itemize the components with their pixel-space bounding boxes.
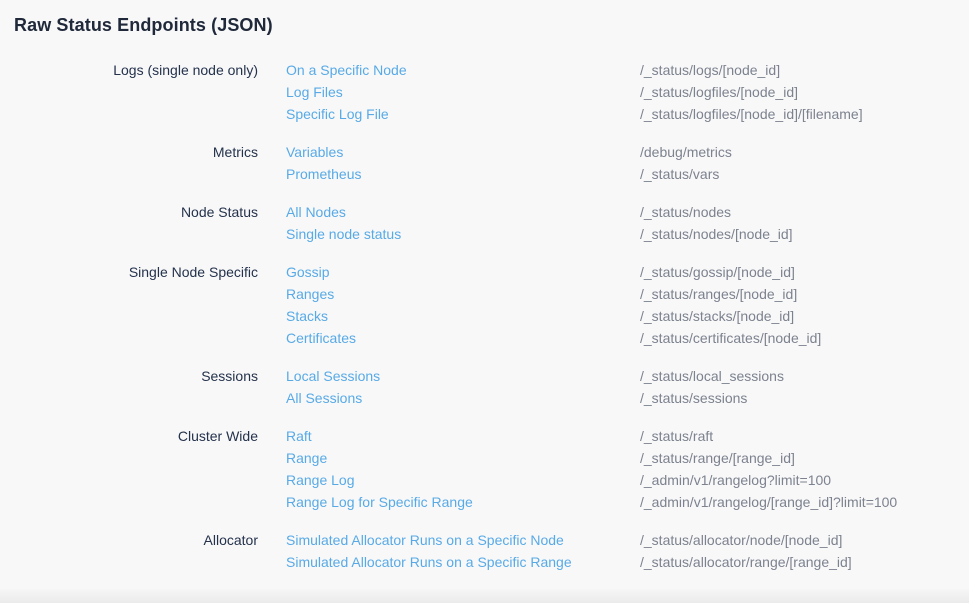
endpoint-path: /_status/local_sessions (640, 365, 969, 387)
endpoint-row: Range/_status/range/[range_id] (258, 447, 969, 469)
endpoint-row: Local Sessions/_status/local_sessions (258, 365, 969, 387)
endpoint-row: Certificates/_status/certificates/[node_… (258, 327, 969, 349)
endpoint-path: /_status/range/[range_id] (640, 447, 969, 469)
endpoint-path: /_status/logfiles/[node_id] (640, 81, 969, 103)
category-label: Node Status (0, 201, 258, 223)
endpoint-rows: Gossip/_status/gossip/[node_id]Ranges/_s… (258, 261, 969, 349)
endpoint-row: Simulated Allocator Runs on a Specific N… (258, 529, 969, 551)
endpoint-rows: Variables/debug/metricsPrometheus/_statu… (258, 141, 969, 185)
endpoint-path: /_status/allocator/node/[node_id] (640, 529, 969, 551)
endpoint-group: Node StatusAll Nodes/_status/nodesSingle… (0, 201, 969, 245)
category-label: Sessions (0, 365, 258, 387)
endpoint-link[interactable]: Range Log (286, 469, 640, 491)
endpoint-link[interactable]: Raft (286, 425, 640, 447)
endpoint-link[interactable]: Prometheus (286, 163, 640, 185)
category-label: Metrics (0, 141, 258, 163)
endpoint-link[interactable]: Simulated Allocator Runs on a Specific R… (286, 551, 640, 573)
endpoint-link[interactable]: Ranges (286, 283, 640, 305)
endpoint-path: /_status/gossip/[node_id] (640, 261, 969, 283)
endpoint-link[interactable]: Local Sessions (286, 365, 640, 387)
endpoint-path: /_status/sessions (640, 387, 969, 409)
endpoint-rows: On a Specific Node/_status/logs/[node_id… (258, 59, 969, 125)
footer-strip (0, 589, 969, 603)
endpoint-path: /_status/raft (640, 425, 969, 447)
endpoint-path: /_admin/v1/rangelog/[range_id]?limit=100 (640, 491, 969, 513)
endpoint-link[interactable]: Range (286, 447, 640, 469)
endpoint-row: Simulated Allocator Runs on a Specific R… (258, 551, 969, 573)
endpoint-path: /_status/ranges/[node_id] (640, 283, 969, 305)
endpoint-row: Stacks/_status/stacks/[node_id] (258, 305, 969, 327)
category-label: Allocator (0, 529, 258, 551)
endpoint-rows: Local Sessions/_status/local_sessionsAll… (258, 365, 969, 409)
endpoint-path: /_status/stacks/[node_id] (640, 305, 969, 327)
endpoint-row: Variables/debug/metrics (258, 141, 969, 163)
endpoint-path: /_status/certificates/[node_id] (640, 327, 969, 349)
endpoint-link[interactable]: Log Files (286, 81, 640, 103)
endpoint-row: Log Files/_status/logfiles/[node_id] (258, 81, 969, 103)
endpoint-path: /_status/logfiles/[node_id]/[filename] (640, 103, 969, 125)
endpoint-rows: Raft/_status/raftRange/_status/range/[ra… (258, 425, 969, 513)
endpoint-row: Specific Log File/_status/logfiles/[node… (258, 103, 969, 125)
endpoint-link[interactable]: On a Specific Node (286, 59, 640, 81)
endpoint-group: Single Node SpecificGossip/_status/gossi… (0, 261, 969, 349)
endpoint-link[interactable]: Single node status (286, 223, 640, 245)
endpoint-link[interactable]: All Sessions (286, 387, 640, 409)
category-label: Cluster Wide (0, 425, 258, 447)
endpoint-rows: Simulated Allocator Runs on a Specific N… (258, 529, 969, 573)
endpoint-row: Range Log/_admin/v1/rangelog?limit=100 (258, 469, 969, 491)
endpoint-path: /_status/logs/[node_id] (640, 59, 969, 81)
endpoint-row: All Sessions/_status/sessions (258, 387, 969, 409)
category-label: Single Node Specific (0, 261, 258, 283)
endpoint-link[interactable]: Range Log for Specific Range (286, 491, 640, 513)
endpoint-link[interactable]: Certificates (286, 327, 640, 349)
endpoint-group: Allocator Simulated Allocator Runs on a S… (0, 529, 969, 573)
endpoint-row: Gossip/_status/gossip/[node_id] (258, 261, 969, 283)
endpoint-row: All Nodes/_status/nodes (258, 201, 969, 223)
endpoint-group: SessionsLocal Sessions/_status/local_ses… (0, 365, 969, 409)
endpoint-link[interactable]: All Nodes (286, 201, 640, 223)
endpoint-row: Range Log for Specific Range/_admin/v1/r… (258, 491, 969, 513)
endpoint-path: /_admin/v1/rangelog?limit=100 (640, 469, 969, 491)
endpoint-row: On a Specific Node/_status/logs/[node_id… (258, 59, 969, 81)
endpoint-group: MetricsVariables/debug/metricsPrometheus… (0, 141, 969, 185)
endpoint-link[interactable]: Specific Log File (286, 103, 640, 125)
endpoint-path: /_status/nodes/[node_id] (640, 223, 969, 245)
endpoint-groups: Logs (single node only)On a Specific Nod… (0, 59, 969, 573)
page-title: Raw Status Endpoints (JSON) (0, 0, 969, 36)
endpoint-row: Raft/_status/raft (258, 425, 969, 447)
category-label: Logs (single node only) (0, 59, 258, 81)
endpoint-rows: All Nodes/_status/nodesSingle node statu… (258, 201, 969, 245)
debug-endpoints-page: Raw Status Endpoints (JSON) Logs (single… (0, 0, 969, 603)
endpoint-row: Ranges/_status/ranges/[node_id] (258, 283, 969, 305)
endpoint-row: Prometheus/_status/vars (258, 163, 969, 185)
endpoint-link[interactable]: Stacks (286, 305, 640, 327)
endpoint-link[interactable]: Variables (286, 141, 640, 163)
endpoint-link[interactable]: Gossip (286, 261, 640, 283)
endpoint-group: Logs (single node only)On a Specific Nod… (0, 59, 969, 125)
endpoint-group: Cluster WideRaft/_status/raftRange/_stat… (0, 425, 969, 513)
endpoint-path: /debug/metrics (640, 141, 969, 163)
endpoint-link[interactable]: Simulated Allocator Runs on a Specific N… (286, 529, 640, 551)
endpoint-path: /_status/allocator/range/[range_id] (640, 551, 969, 573)
endpoint-path: /_status/vars (640, 163, 969, 185)
endpoint-row: Single node status/_status/nodes/[node_i… (258, 223, 969, 245)
endpoint-path: /_status/nodes (640, 201, 969, 223)
